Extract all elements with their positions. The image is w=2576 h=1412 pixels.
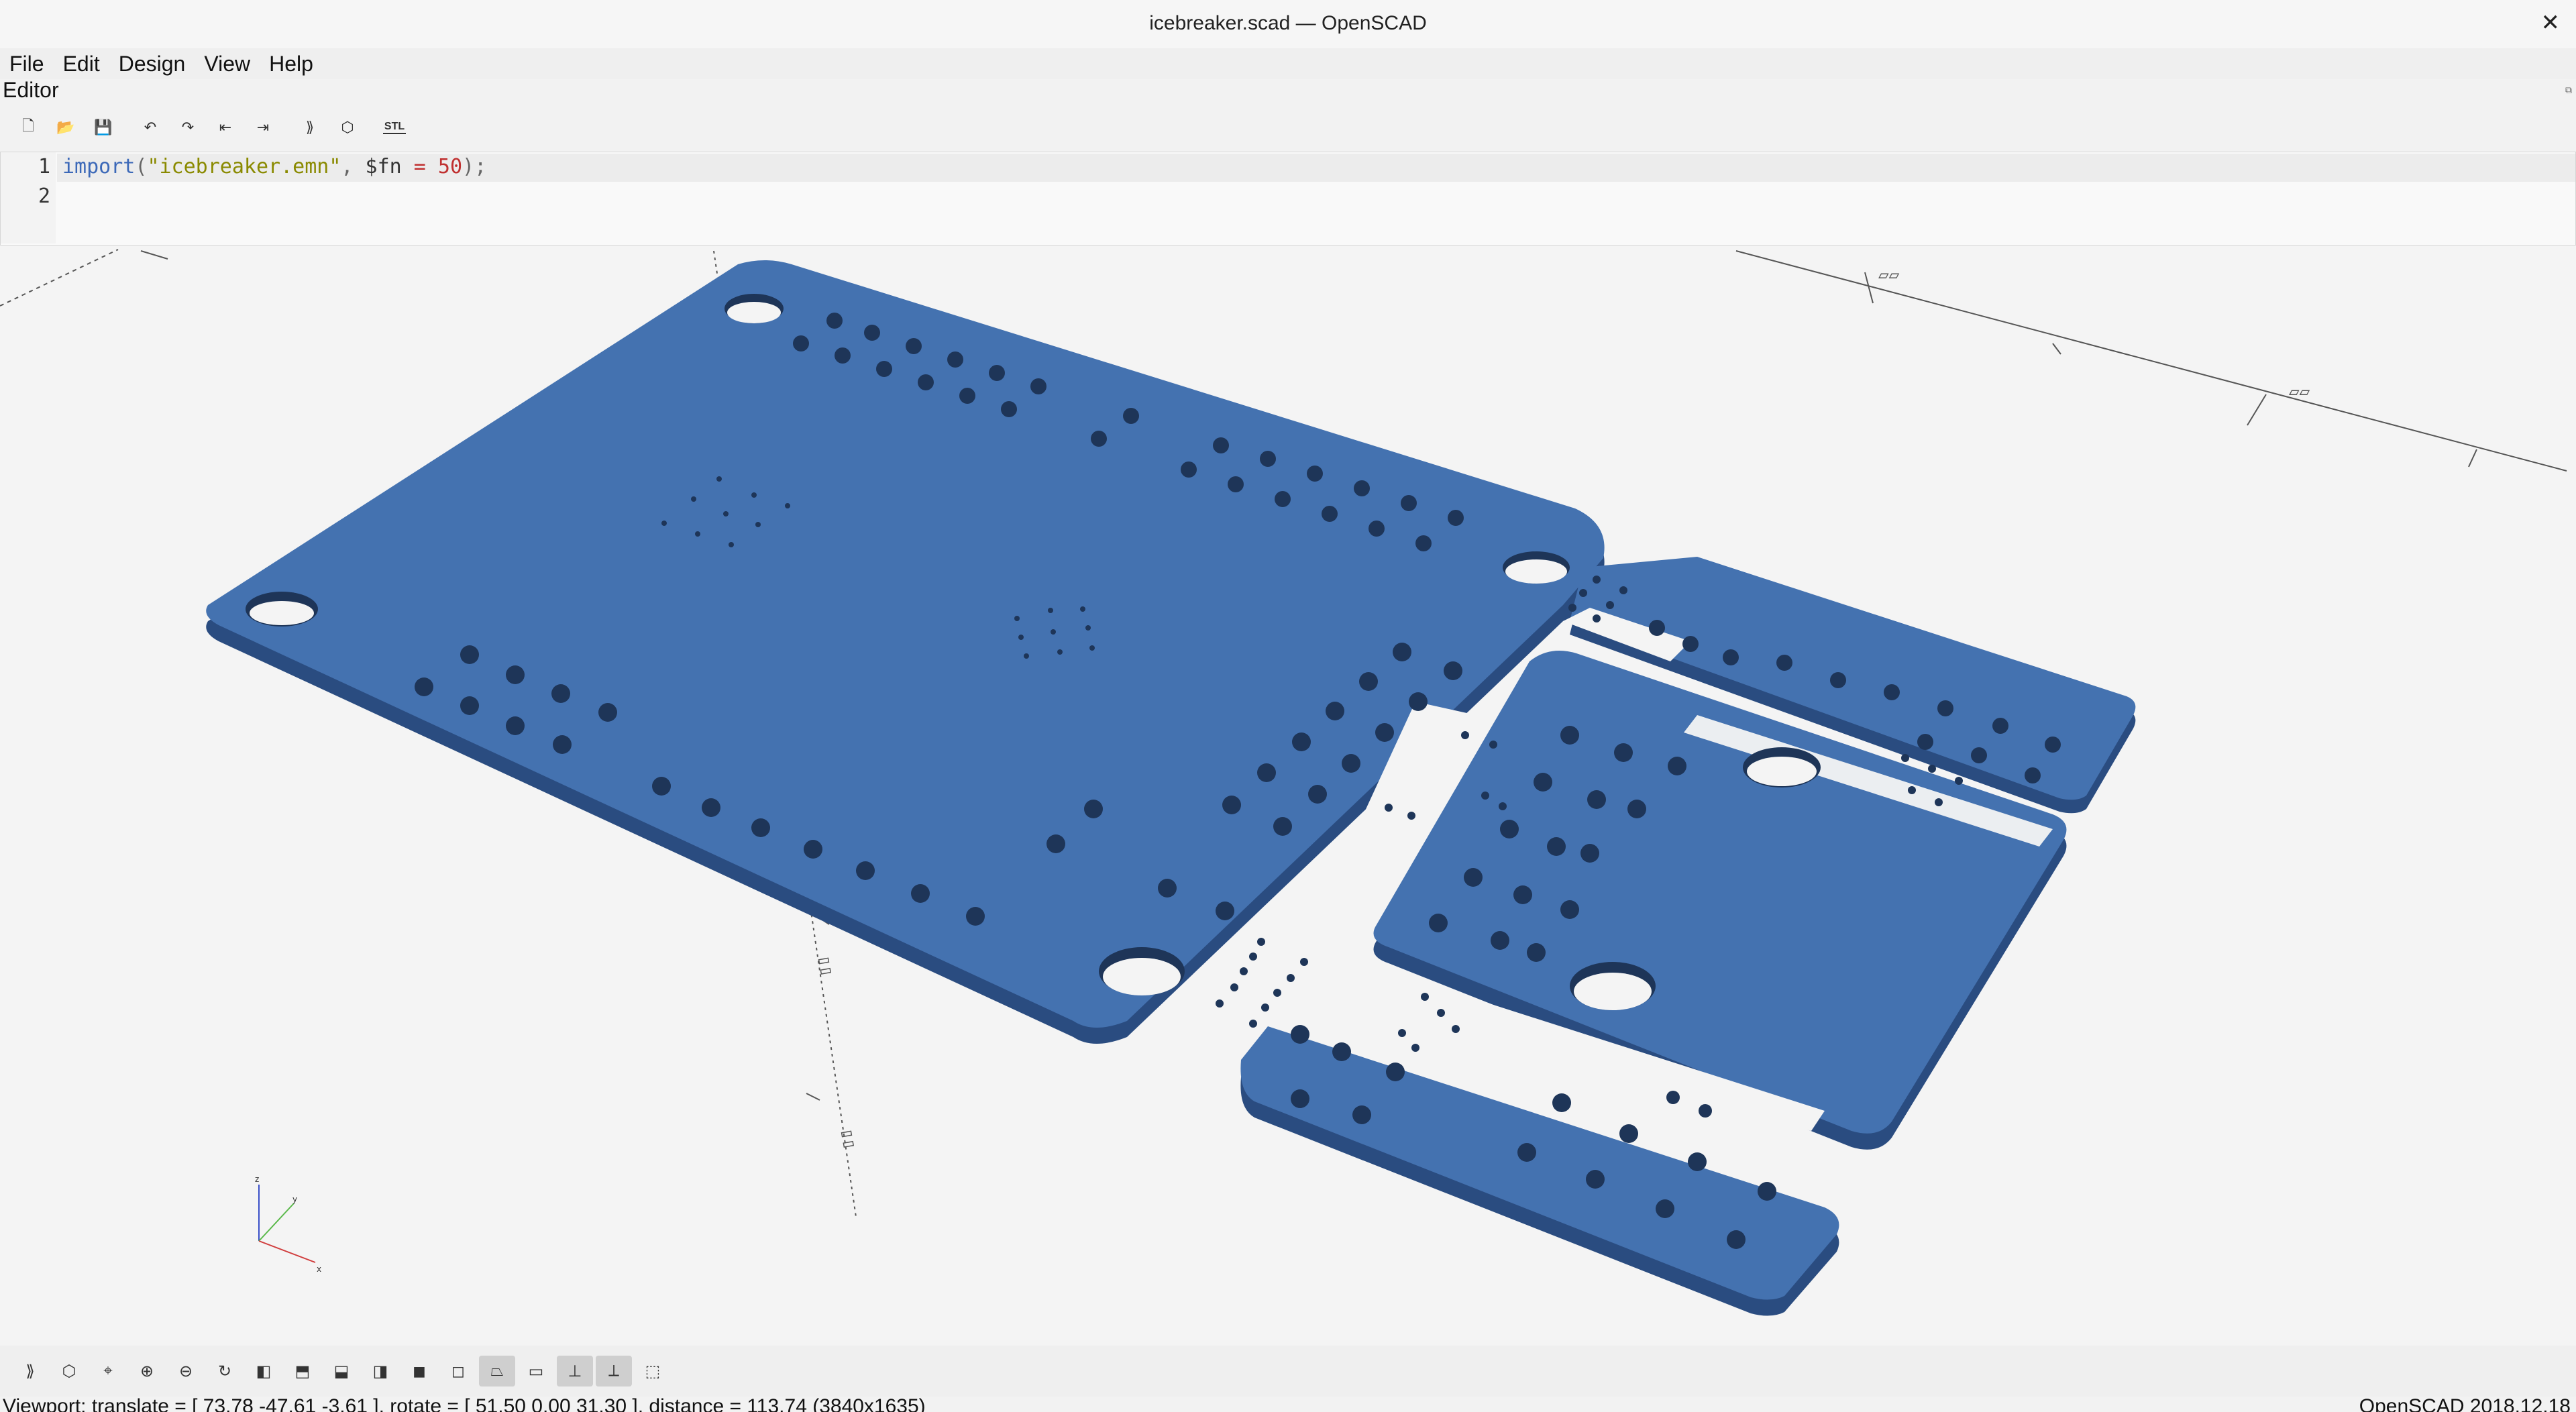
code-editor[interactable]: 1 2 import("icebreaker.emn", $fn = 50); — [0, 152, 2576, 246]
status-bar: Viewport: translate = [ 73.78 -47.61 -3.… — [0, 1397, 2576, 1412]
unindent-icon[interactable]: ⇤ — [209, 114, 241, 141]
version-label: OpenSCAD 2018.12.18 — [2359, 1397, 2571, 1412]
close-icon[interactable]: ✕ — [2541, 9, 2561, 36]
perspective-icon[interactable]: ⏢ — [479, 1356, 515, 1387]
view-front-icon[interactable]: ◼ — [401, 1356, 437, 1387]
line-number: 1 — [38, 155, 50, 178]
save-icon[interactable]: 💾 — [87, 114, 119, 141]
menu-file[interactable]: File — [0, 52, 54, 76]
menu-design[interactable]: Design — [109, 52, 195, 76]
code-paren: ( — [135, 155, 148, 178]
window-title: icebreaker.scad — OpenSCAD — [1149, 12, 1427, 34]
code-separator: , — [341, 155, 366, 178]
show-edges-icon[interactable]: ⬚ — [635, 1356, 671, 1387]
redo-icon[interactable]: ↷ — [172, 114, 204, 141]
code-close: ); — [462, 155, 487, 178]
export-stl-icon[interactable]: STL — [378, 114, 411, 141]
orthogonal-icon[interactable]: ▭ — [518, 1356, 554, 1387]
svg-text:▱▱: ▱▱ — [2289, 382, 2310, 402]
view-all-icon[interactable]: ⌖ — [90, 1356, 126, 1387]
title-bar: icebreaker.scad — OpenSCAD ✕ — [0, 0, 2576, 50]
viewport-status: Viewport: translate = [ 73.78 -47.61 -3.… — [3, 1397, 926, 1412]
menu-bar: File Edit Design View Help — [0, 48, 2576, 79]
render-icon[interactable]: ⬡ — [331, 114, 364, 141]
axes-gizmo — [258, 1185, 316, 1263]
code-number: 50 — [437, 155, 463, 178]
open-file-icon[interactable]: 📂 — [50, 114, 82, 141]
code-func: import — [62, 155, 136, 178]
view-top-icon[interactable]: ⬒ — [284, 1356, 321, 1387]
render-icon[interactable]: ⬡ — [51, 1356, 87, 1387]
menu-edit[interactable]: Edit — [54, 52, 109, 76]
indent-icon[interactable]: ⇥ — [247, 114, 279, 141]
axis-z-label: z — [255, 1175, 259, 1184]
code-string: "icebreaker.emn" — [147, 155, 341, 178]
code-line-1[interactable]: import("icebreaker.emn", $fn = 50); — [62, 155, 486, 178]
view-right-icon[interactable]: ◧ — [246, 1356, 282, 1387]
preview-icon[interactable]: ⟫ — [294, 114, 326, 141]
svg-text:▯▯: ▯▯ — [837, 1127, 860, 1151]
svg-text:▯▯: ▯▯ — [814, 954, 837, 978]
line-number: 2 — [38, 184, 50, 208]
reset-view-icon[interactable]: ↻ — [207, 1356, 243, 1387]
view-bottom-icon[interactable]: ⬓ — [323, 1356, 360, 1387]
viewport-toolbar: ⟫ ⬡ ⌖ ⊕ ⊖ ↻ ◧ ⬒ ⬓ ◨ ◼ ◻ ⏢ ▭ ⊥ ⟂ ⬚ — [0, 1346, 2576, 1397]
export-stl-label: STL — [382, 121, 407, 134]
preview-icon[interactable]: ⟫ — [12, 1356, 48, 1387]
3d-viewport[interactable]: ▱▱ ▱▱ ▯▯ ▯▯ z y x — [0, 246, 2576, 1346]
menu-view[interactable]: View — [195, 52, 260, 76]
float-panel-icon[interactable]: ⧉ — [2565, 85, 2572, 96]
show-scale-icon[interactable]: ⟂ — [596, 1356, 632, 1387]
axis-x-label: x — [317, 1264, 321, 1274]
line-gutter: 1 2 — [1, 152, 56, 243]
new-file-icon[interactable]: 🗋 — [12, 114, 44, 141]
undo-icon[interactable]: ↶ — [134, 114, 166, 141]
editor-panel-title: Editor — [3, 78, 59, 102]
pcb-board-model — [206, 260, 2136, 1316]
zoom-in-icon[interactable]: ⊕ — [129, 1356, 165, 1387]
view-back-icon[interactable]: ◻ — [440, 1356, 476, 1387]
code-variable: $fn — [365, 155, 402, 178]
menu-help[interactable]: Help — [260, 52, 323, 76]
show-axes-icon[interactable]: ⊥ — [557, 1356, 593, 1387]
code-operator: = — [401, 155, 438, 178]
zoom-out-icon[interactable]: ⊖ — [168, 1356, 204, 1387]
axis-y-label: y — [292, 1195, 297, 1204]
viewport-canvas[interactable]: ▱▱ ▱▱ ▯▯ ▯▯ z y x — [0, 246, 2576, 1346]
svg-text:▱▱: ▱▱ — [1878, 265, 1900, 285]
editor-toolbar: 🗋 📂 💾 ↶ ↷ ⇤ ⇥ ⟫ ⬡ STL — [0, 109, 2576, 146]
view-left-icon[interactable]: ◨ — [362, 1356, 398, 1387]
